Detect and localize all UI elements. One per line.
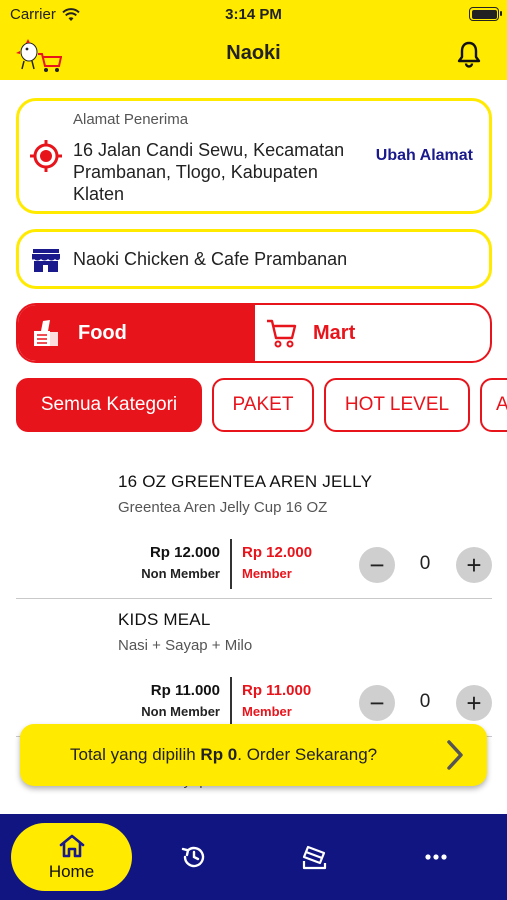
change-address-button[interactable]: Ubah Alamat bbox=[376, 147, 473, 165]
product-description: Greentea Aren Jelly Cup 16 OZ bbox=[118, 499, 328, 516]
order-summary-text: Total yang dipilih Rp 0. Order Sekarang? bbox=[70, 745, 377, 765]
order-prefix: Total yang dipilih bbox=[70, 745, 201, 764]
nonmember-label: Non Member bbox=[141, 704, 220, 719]
category-chip-paket[interactable]: PAKET bbox=[212, 378, 314, 432]
store-name: Naoki Chicken & Cafe Prambanan bbox=[73, 249, 348, 269]
decrease-quantity-button[interactable]: − bbox=[359, 685, 395, 721]
price-divider bbox=[230, 677, 232, 727]
nonmember-price-block: Rp 11.000 Non Member bbox=[141, 682, 220, 719]
category-filter-row: Semua Kategori PAKET HOT LEVEL A bbox=[16, 378, 507, 432]
member-label: Member bbox=[242, 704, 292, 719]
address-label: Alamat Penerima bbox=[73, 111, 189, 128]
product-item: KIDS MEAL Nasi + Sayap + Milo Rp 11.000 … bbox=[0, 590, 507, 728]
decrease-quantity-button[interactable]: − bbox=[359, 547, 395, 583]
history-icon bbox=[181, 846, 205, 868]
product-name: 16 OZ GREENTEA AREN JELLY bbox=[118, 472, 373, 491]
product-item: 16 OZ GREENTEA AREN JELLY Greentea Aren … bbox=[0, 452, 507, 590]
notification-bell-icon[interactable] bbox=[455, 40, 483, 68]
product-name: KIDS MEAL bbox=[118, 610, 211, 629]
member-price-block: Rp 12.000 Member bbox=[242, 544, 312, 581]
increase-quantity-button[interactable]: + bbox=[456, 685, 492, 721]
store-selector[interactable]: Naoki Chicken & Cafe Prambanan bbox=[16, 229, 492, 289]
store-icon bbox=[32, 249, 60, 272]
tab-food-label: Food bbox=[78, 321, 127, 344]
tab-more[interactable] bbox=[408, 814, 464, 900]
tab-history[interactable] bbox=[166, 814, 222, 900]
food-tray-icon bbox=[34, 320, 58, 346]
more-dots-icon bbox=[425, 854, 447, 860]
quantity-value: 0 bbox=[419, 553, 431, 574]
tab-mart[interactable]: Mart bbox=[255, 305, 490, 361]
food-mart-toggle: Food Mart bbox=[16, 303, 492, 363]
home-icon bbox=[59, 834, 84, 858]
location-target-icon bbox=[30, 140, 62, 172]
tab-payment[interactable] bbox=[287, 814, 343, 900]
category-chip-partial[interactable]: A bbox=[480, 378, 507, 432]
order-total: Rp 0 bbox=[200, 745, 238, 764]
category-chip-hot-level[interactable]: HOT LEVEL bbox=[324, 378, 470, 432]
member-label: Member bbox=[242, 566, 292, 581]
battery-icon bbox=[469, 7, 502, 21]
status-bar: Carrier 3:14 PM bbox=[0, 0, 507, 30]
order-suffix: . Order Sekarang? bbox=[237, 745, 378, 764]
nonmember-price: Rp 12.000 bbox=[149, 544, 220, 561]
member-price-block: Rp 11.000 Member bbox=[242, 682, 311, 719]
tab-home-label: Home bbox=[48, 862, 95, 881]
product-description: Nasi + Sayap + Milo bbox=[118, 637, 253, 654]
address-text: 16 Jalan Candi Sewu, Kecamatan Prambanan… bbox=[73, 140, 345, 204]
nonmember-price-block: Rp 12.000 Non Member bbox=[141, 544, 220, 581]
shopping-cart-icon bbox=[267, 319, 297, 348]
page-title: Naoki bbox=[226, 42, 281, 64]
member-price: Rp 11.000 bbox=[242, 682, 312, 699]
nonmember-price: Rp 11.000 bbox=[150, 682, 220, 699]
category-chip-semua-kategori[interactable]: Semua Kategori bbox=[16, 378, 202, 432]
delivery-address-card: Alamat Penerima 16 Jalan Candi Sewu, Kec… bbox=[16, 98, 492, 214]
quantity-value: 0 bbox=[419, 691, 431, 712]
top-navbar: Naoki bbox=[0, 30, 507, 80]
tab-home[interactable]: Home bbox=[11, 823, 132, 891]
member-price: Rp 12.000 bbox=[242, 544, 313, 561]
price-divider bbox=[230, 539, 232, 589]
increase-quantity-button[interactable]: + bbox=[456, 547, 492, 583]
order-now-bar[interactable]: Total yang dipilih Rp 0. Order Sekarang? bbox=[20, 724, 487, 786]
tab-food[interactable]: Food bbox=[18, 305, 255, 361]
chevron-right-icon bbox=[447, 740, 463, 770]
clock: 3:14 PM bbox=[225, 6, 282, 23]
tab-mart-label: Mart bbox=[313, 321, 356, 344]
nonmember-label: Non Member bbox=[141, 566, 220, 581]
card-hand-icon bbox=[302, 845, 327, 870]
bottom-tab-bar: Home bbox=[0, 814, 507, 900]
